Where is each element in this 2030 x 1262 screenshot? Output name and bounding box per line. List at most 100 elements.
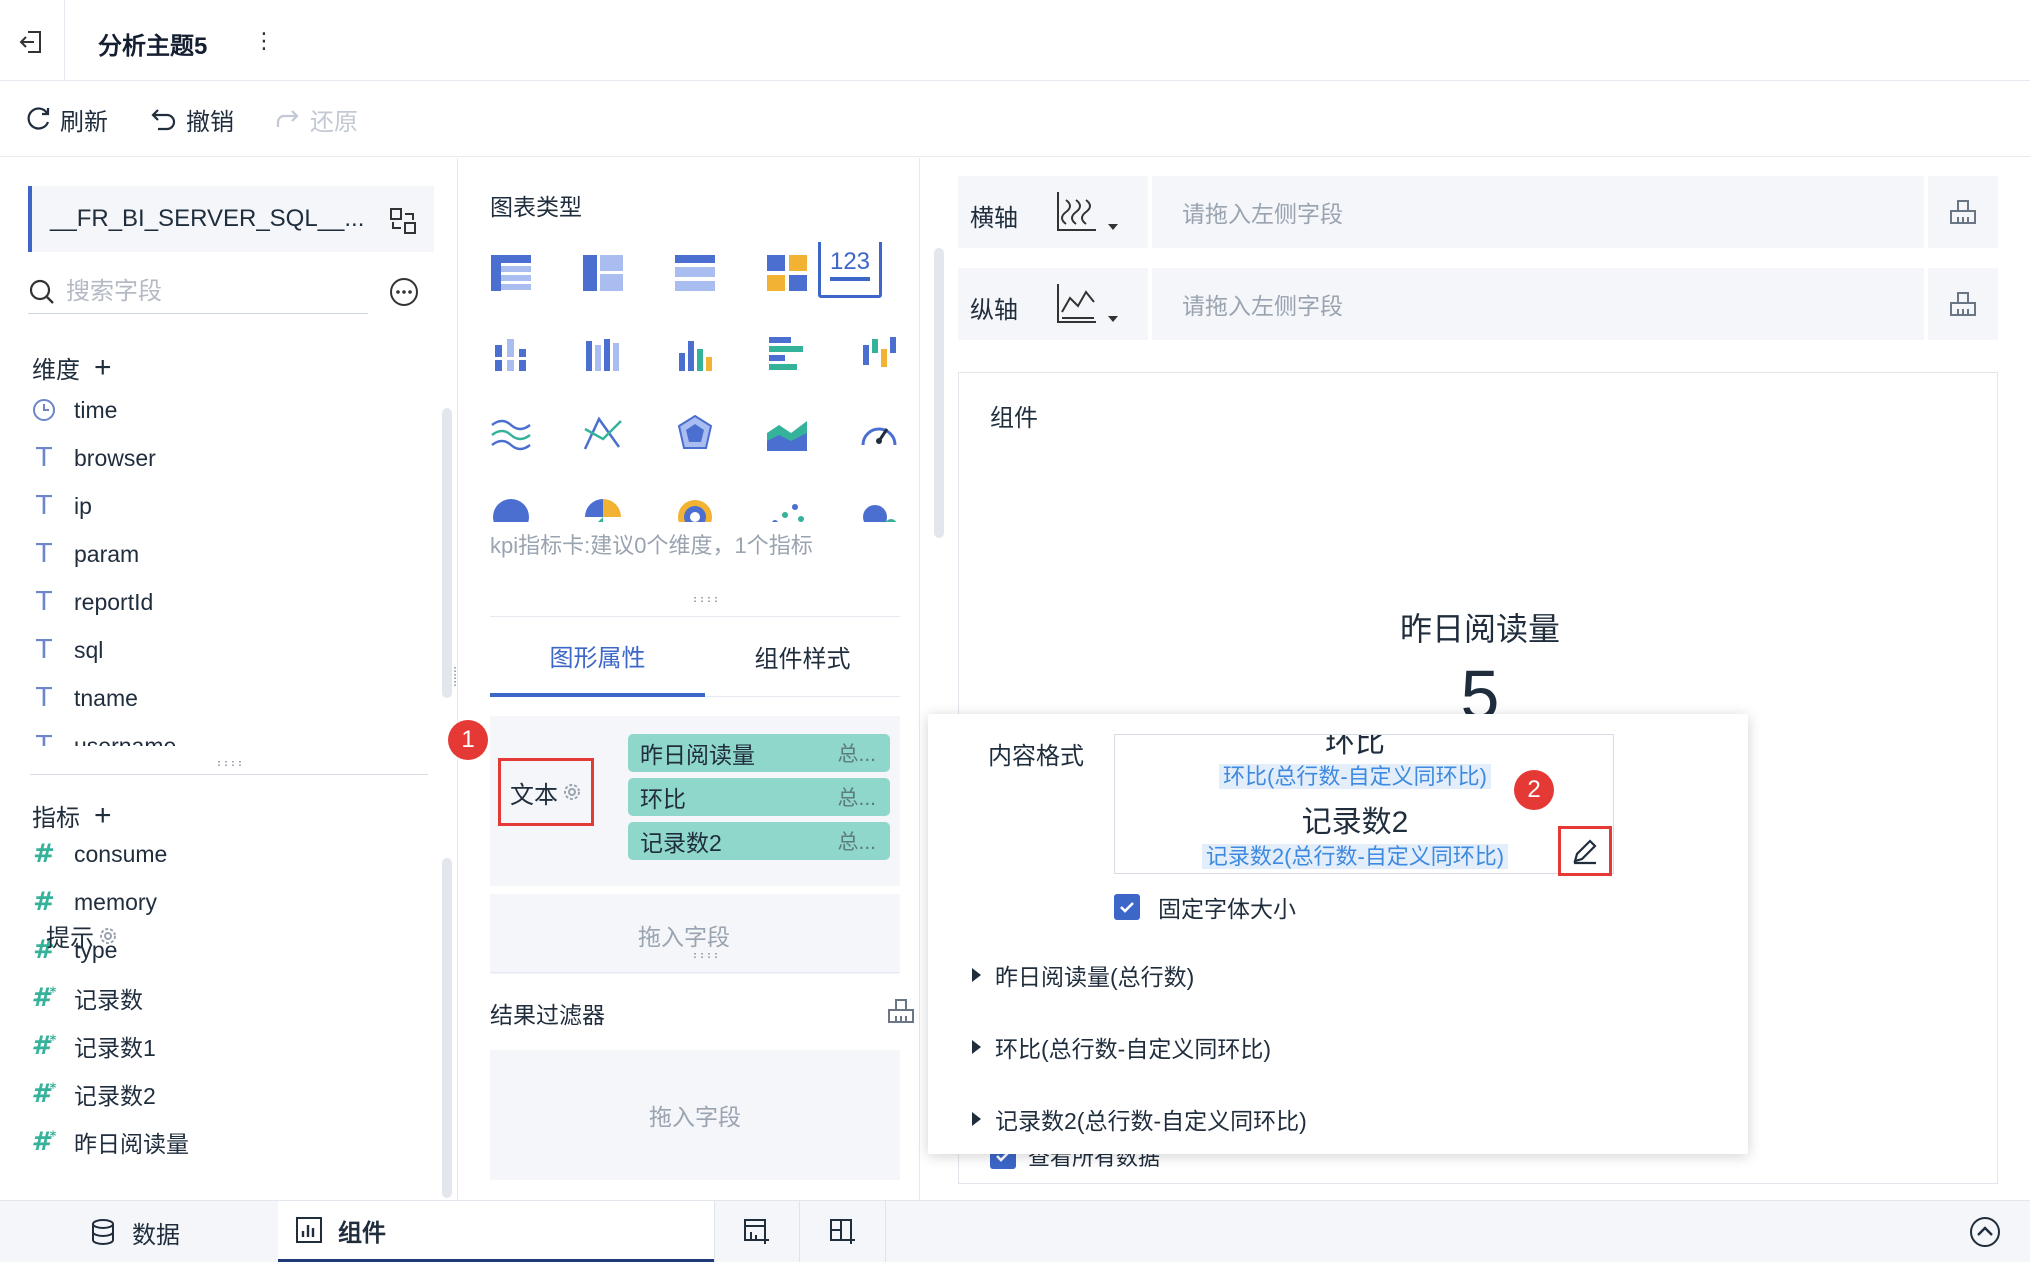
field-label: consume [74,840,168,867]
stacked-column-chart-icon[interactable] [480,322,542,384]
add-component-button[interactable] [714,1201,800,1262]
format-tree-item[interactable]: 记录数2(总行数-自定义同环比) [972,1102,1307,1136]
field-pill[interactable]: 记录数2 总... [628,822,890,860]
dimension-header-label: 维度 [32,357,80,384]
dimension-header: 维度 + [32,350,112,385]
scatter-chart-icon[interactable] [756,482,818,522]
metric-field-item[interactable]: #* 记录数1 [30,1022,430,1070]
grouped-column-chart-icon[interactable] [572,322,634,384]
add-dimension-icon[interactable]: + [94,352,112,383]
crosstab-chart-icon[interactable] [756,242,818,304]
dimension-field-item[interactable]: time [30,386,430,434]
dimension-scrollbar[interactable] [442,408,452,698]
tooltip-drop-zone[interactable]: 拖入字段 [638,918,730,952]
format-tree-item[interactable]: 环比(总行数-自定义同环比) [972,1030,1271,1064]
redo-icon [276,110,299,127]
metric-field-item[interactable]: # consume [30,830,430,878]
dimension-field-item[interactable]: Tusername [30,722,430,747]
resize-handle[interactable]: :::: [692,951,720,961]
metric-field-item[interactable]: #* 记录数 [30,974,430,1022]
tab-component-style[interactable]: 组件样式 [705,617,900,697]
column-chart-icon[interactable] [664,322,726,384]
y-axis-filter-icon[interactable] [1928,268,1998,340]
area-chart-icon[interactable] [756,402,818,464]
detail-table-chart-icon[interactable] [664,242,726,304]
kpi-card-chart-icon[interactable]: 123 [818,242,882,298]
dimension-field-item[interactable]: TreportId [30,578,430,626]
format-line-text: 环比 [1325,734,1385,759]
field-pill-aggregation: 总... [837,831,876,854]
add-dashboard-button[interactable] [800,1201,886,1262]
fixed-font-size-checkbox[interactable] [1114,894,1140,920]
text-type-icon: T [36,635,52,665]
line-chart-icon[interactable] [480,402,542,464]
radar-chart-icon[interactable] [664,402,726,464]
exit-icon[interactable] [14,24,50,60]
field-pill[interactable]: 昨日阅读量 总... [628,734,890,772]
field-label: 记录数2 [74,1083,156,1109]
resize-handle[interactable]: :::: [216,759,244,769]
tab-data[interactable]: 数据 [90,1201,180,1262]
sunburst-chart-icon[interactable] [664,482,726,522]
metric-scrollbar[interactable] [442,858,452,1198]
toolbar: 刷新 撤销 还原 [0,81,2030,157]
y-axis-drop-zone[interactable]: 请拖入左侧字段 [1152,268,1924,340]
calculated-number-icon: #* [31,1127,57,1157]
dimension-field-item[interactable]: Tsql [30,626,430,674]
rose-chart-icon[interactable] [572,482,634,522]
y-axis-type-icon[interactable] [1054,282,1124,328]
chart-type-grid: 123 [480,242,900,522]
more-menu-icon[interactable]: ⋮ [252,24,276,58]
format-field-token[interactable]: 记录数2(总行数-自定义同环比) [1115,839,1595,871]
redo-button[interactable]: 还原 [274,101,358,137]
chart-type-label: 图表类型 [490,194,582,220]
collapse-up-icon[interactable] [1968,1215,2002,1249]
add-chart-icon [744,1219,769,1244]
field-label: memory [74,888,158,915]
refresh-button[interactable]: 刷新 [24,101,108,137]
filter-drop-zone[interactable]: 拖入字段 [490,1050,900,1180]
bottom-tab-bar: 数据 组件 [0,1200,2030,1262]
x-axis-zone: 横轴 [958,176,1148,248]
fixed-font-size-toggle[interactable]: 固定字体大小 [1114,890,1296,924]
filter-icon[interactable] [886,996,916,1026]
format-tree-item[interactable]: 昨日阅读量(总行数) [972,958,1194,992]
add-metric-icon[interactable]: + [94,800,112,831]
x-axis-type-icon[interactable] [1054,190,1124,236]
text-attribute-button[interactable]: 文本 [498,758,594,826]
chart-type-scrollbar[interactable] [934,248,944,538]
field-pill[interactable]: 环比 总... [628,778,890,816]
search-input[interactable] [66,277,336,306]
dimension-field-item[interactable]: Tip [30,482,430,530]
dimension-list-viewport: time Tbrowser Tip Tparam TreportId Tsql Ttname… [30,386,430,746]
dimension-field-item[interactable]: Tparam [30,530,430,578]
dataset-selector[interactable]: __FR_BI_SERVER_SQL__... [28,186,434,252]
dimension-field-item[interactable]: Tbrowser [30,434,430,482]
field-label: browser [74,444,156,471]
dimension-field-item[interactable]: Ttname [30,674,430,722]
metric-header: 指标 + [32,798,112,833]
gauge-chart-icon[interactable] [848,402,900,464]
more-options-icon[interactable] [388,276,420,308]
bubble-chart-icon[interactable] [848,482,900,522]
undo-button[interactable]: 撤销 [150,101,234,137]
clock-icon [30,396,58,424]
scatter-line-chart-icon[interactable] [572,402,634,464]
edit-format-button[interactable] [1558,826,1612,876]
metric-field-item[interactable]: #* 记录数2 [30,1070,430,1118]
pivot-table-chart-icon[interactable] [572,242,634,304]
pie-chart-icon[interactable] [480,482,542,522]
range-column-chart-icon[interactable] [848,322,900,384]
calculated-number-icon: #* [31,1079,57,1109]
tooltip-attribute-button[interactable]: 提示 [46,918,118,953]
table-chart-icon[interactable] [480,242,542,304]
x-axis-filter-icon[interactable] [1928,176,1998,248]
tab-graph-properties[interactable]: 图形属性 [490,617,705,697]
bar-chart-icon[interactable] [756,322,818,384]
switch-dataset-icon[interactable] [388,206,418,236]
x-axis-drop-zone[interactable]: 请拖入左侧字段 [1152,176,1924,248]
tab-component[interactable]: 组件 [278,1201,714,1262]
resize-handle[interactable]: :::: [692,595,720,605]
page-title: 分析主题5 [98,33,208,60]
metric-field-item[interactable]: #* 昨日阅读量 [30,1118,430,1166]
